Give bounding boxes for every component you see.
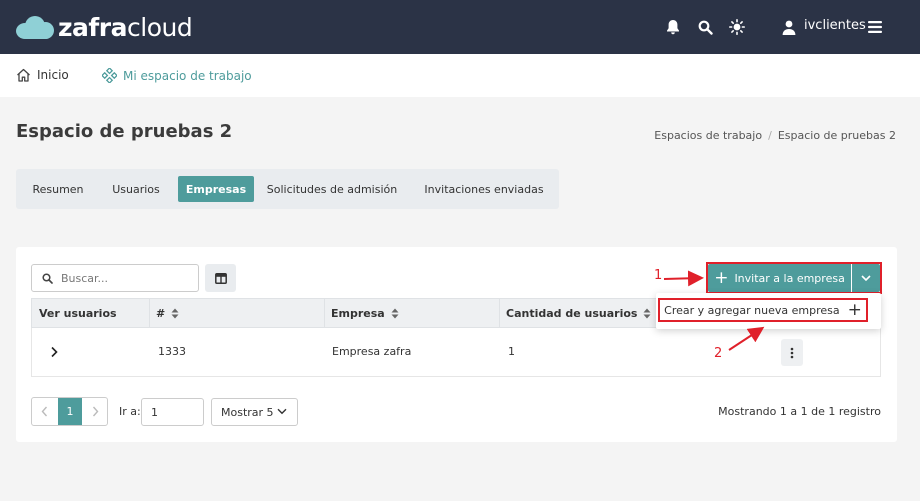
annotation-number-2: 2 bbox=[714, 346, 723, 361]
annotation-arrows bbox=[663, 270, 765, 351]
annotation-number-1: 1 bbox=[654, 268, 663, 283]
